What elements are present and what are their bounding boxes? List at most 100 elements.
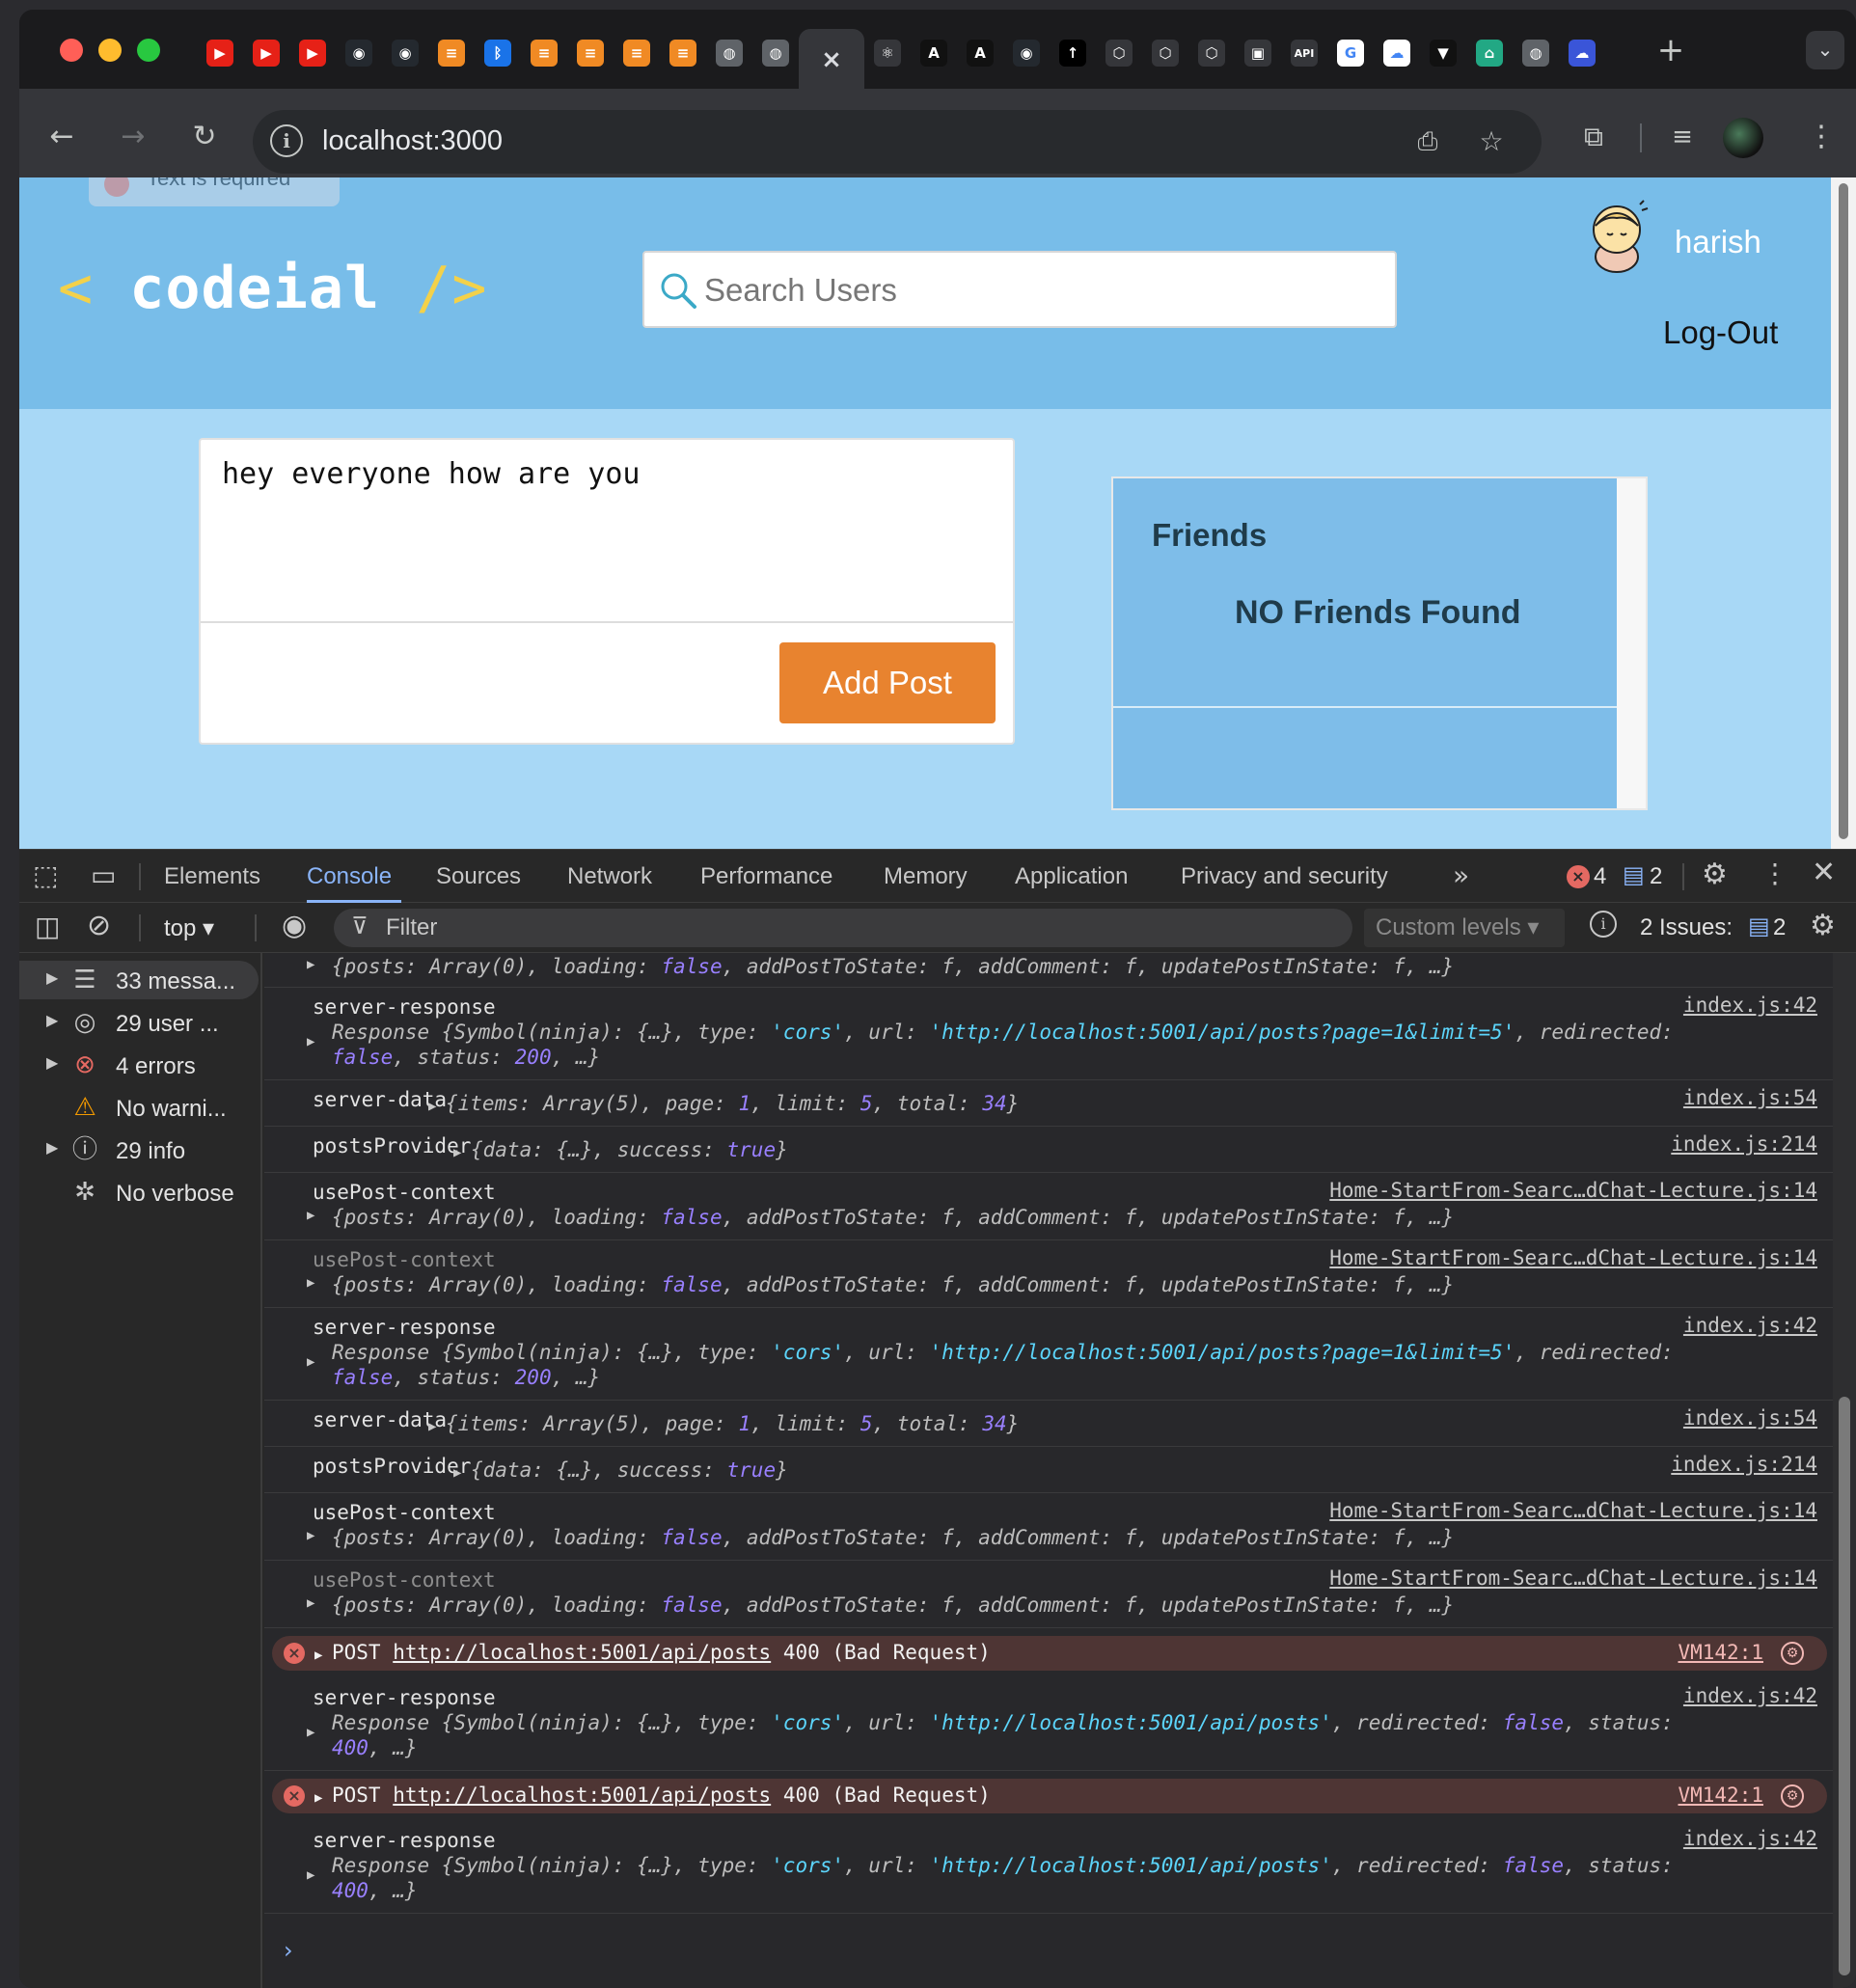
issue-count[interactable]: 2 xyxy=(1650,863,1662,890)
logout-button[interactable]: Log-Out xyxy=(1663,314,1778,351)
browser-tab-5[interactable]: ≡ xyxy=(428,30,475,76)
log-source-link[interactable]: index.js:42 xyxy=(1683,1684,1817,1707)
profile-avatar[interactable] xyxy=(1723,118,1763,158)
expand-arrow-icon[interactable]: ▶ xyxy=(46,1053,58,1073)
browser-tab-1[interactable]: ▶ xyxy=(243,30,289,76)
tab-application[interactable]: Application xyxy=(1015,863,1128,890)
browser-tab-9[interactable]: ≡ xyxy=(614,30,660,76)
post-textarea[interactable]: hey everyone how are you xyxy=(201,440,1013,623)
log-source-link[interactable]: Home-StartFrom-Searc…dChat-Lecture.js:14 xyxy=(1329,1179,1817,1202)
console-scroll-thumb[interactable] xyxy=(1839,1397,1850,1975)
browser-tab-active[interactable]: × xyxy=(799,29,864,91)
log-source-link[interactable]: index.js:42 xyxy=(1683,994,1817,1017)
close-window-button[interactable] xyxy=(60,39,83,62)
tab-elements[interactable]: Elements xyxy=(164,863,260,890)
log-object[interactable]: ▶ {items: Array(5), page: 1, limit: 5, to… xyxy=(428,1092,1019,1115)
issue-count-icon[interactable]: ▤ xyxy=(1623,861,1645,888)
log-object-line[interactable]: 400, …} xyxy=(332,1736,418,1759)
browser-tab-12[interactable]: ◍ xyxy=(752,30,799,76)
browser-tab-right-4[interactable]: ↑ xyxy=(1050,30,1096,76)
sidebar-filter-info[interactable]: ▶ ⓘ 29 info xyxy=(19,1130,259,1169)
devtools-settings-icon[interactable]: ⚙ xyxy=(1702,858,1728,891)
close-tab-icon[interactable]: × xyxy=(818,45,845,74)
log-object-line[interactable]: ▶ Response {Symbol(ninja): {…}, type: 'co… xyxy=(307,1711,1674,1740)
address-bar[interactable]: i localhost:3000 ⎙ ☆ xyxy=(253,110,1542,174)
browser-tab-7[interactable]: ≡ xyxy=(521,30,567,76)
info-icon[interactable]: i xyxy=(1590,911,1617,938)
ai-insights-icon[interactable]: ⚙ xyxy=(1781,1784,1804,1808)
tab-sources[interactable]: Sources xyxy=(436,863,521,890)
log-object-line[interactable]: 400, …} xyxy=(332,1879,418,1902)
sidebar-filter-warning[interactable]: ⚠ No warni... xyxy=(19,1088,259,1127)
error-url-link[interactable]: http://localhost:5001/api/posts xyxy=(393,1641,771,1664)
minimize-window-button[interactable] xyxy=(98,39,122,62)
log-object-line[interactable]: ▶ Response {Symbol(ninja): {…}, type: 'co… xyxy=(307,1021,1674,1049)
log-levels-dropdown[interactable]: Custom levels ▾ xyxy=(1364,909,1565,947)
log-object-line[interactable]: ▶ {posts: Array(0), loading: false, addPo… xyxy=(307,1526,1454,1549)
log-object-line[interactable]: ▶ {posts: Array(0), loading: false, addPo… xyxy=(307,1206,1454,1229)
back-button[interactable]: ← xyxy=(44,120,79,154)
tab-performance[interactable]: Performance xyxy=(700,863,832,890)
error-source-link[interactable]: VM142:1 xyxy=(1678,1641,1763,1664)
error-text[interactable]: ▶ POST http://localhost:5001/api/posts 40… xyxy=(314,1641,991,1664)
console-settings-icon[interactable]: ⚙ xyxy=(1810,909,1836,942)
browser-tab-right-0[interactable]: ⚛ xyxy=(864,30,911,76)
extensions-icon[interactable]: ⧉ xyxy=(1576,120,1611,154)
browser-tab-right-10[interactable]: G xyxy=(1327,30,1374,76)
tab-console[interactable]: Console xyxy=(307,863,392,890)
page-scroll-thumb[interactable] xyxy=(1839,183,1848,839)
log-object-line[interactable]: false, status: 200, …} xyxy=(332,1046,600,1069)
console-prompt[interactable]: › xyxy=(284,1937,293,1964)
log-source-link[interactable]: index.js:54 xyxy=(1683,1086,1817,1109)
reload-button[interactable]: ↻ xyxy=(187,120,222,154)
log-source-link[interactable]: Home-StartFrom-Searc…dChat-Lecture.js:14 xyxy=(1329,1246,1817,1269)
browser-tab-right-13[interactable]: ⌂ xyxy=(1466,30,1513,76)
username-label[interactable]: harish xyxy=(1675,224,1761,260)
new-tab-button[interactable]: + xyxy=(1655,34,1686,68)
browser-tab-2[interactable]: ▶ xyxy=(289,30,336,76)
log-object-line[interactable]: false, status: 200, …} xyxy=(332,1366,600,1389)
maximize-window-button[interactable] xyxy=(137,39,160,62)
log-object-line[interactable]: ▶ Response {Symbol(ninja): {…}, type: 'co… xyxy=(307,1854,1674,1883)
sidebar-filter-bug[interactable]: ✲ No verbose xyxy=(19,1173,259,1212)
log-object[interactable]: ▶ {data: {…}, success: true} xyxy=(453,1458,788,1482)
tab-memory[interactable]: Memory xyxy=(884,863,968,890)
browser-tab-right-6[interactable]: ⬡ xyxy=(1142,30,1188,76)
context-selector[interactable]: top ▾ xyxy=(164,914,214,942)
user-avatar[interactable] xyxy=(1582,197,1653,278)
inspect-element-icon[interactable]: ⬚ xyxy=(33,859,58,891)
error-url-link[interactable]: http://localhost:5001/api/posts xyxy=(393,1784,771,1807)
sidebar-filter-user[interactable]: ▶ ◎ 29 user ... xyxy=(19,1003,259,1042)
expand-arrow-icon[interactable]: ▶ xyxy=(46,968,58,988)
device-toolbar-icon[interactable]: ▭ xyxy=(91,859,116,891)
search-users-input[interactable] xyxy=(704,266,1379,314)
log-object[interactable]: ▶ {items: Array(5), page: 1, limit: 5, to… xyxy=(428,1412,1019,1435)
browser-tab-right-7[interactable]: ⬡ xyxy=(1188,30,1235,76)
browser-tab-0[interactable]: ▶ xyxy=(197,30,243,76)
tab-search-button[interactable]: ⌄ xyxy=(1806,31,1844,69)
browser-tab-right-8[interactable]: ▣ xyxy=(1235,30,1281,76)
log-source-link[interactable]: index.js:54 xyxy=(1683,1406,1817,1430)
error-source-link[interactable]: VM142:1 xyxy=(1678,1784,1763,1807)
browser-tab-4[interactable]: ◉ xyxy=(382,30,428,76)
devtools-menu-icon[interactable]: ⋮ xyxy=(1761,858,1788,889)
browser-tab-right-2[interactable]: A xyxy=(957,30,1003,76)
ai-insights-icon[interactable]: ⚙ xyxy=(1781,1642,1804,1665)
browser-tab-8[interactable]: ≡ xyxy=(567,30,614,76)
browser-tab-right-9[interactable]: API xyxy=(1281,30,1327,76)
browser-tab-11[interactable]: ◍ xyxy=(706,30,752,76)
close-devtools-icon[interactable]: ✕ xyxy=(1812,856,1836,889)
browser-tab-6[interactable]: ᛒ xyxy=(475,30,521,76)
browser-tab-10[interactable]: ≡ xyxy=(660,30,706,76)
log-object-line[interactable]: ▶ {posts: Array(0), loading: false, addPo… xyxy=(307,1593,1454,1617)
error-count-icon[interactable]: × xyxy=(1567,865,1590,888)
log-object-line[interactable]: ▶ Response {Symbol(ninja): {…}, type: 'co… xyxy=(307,1341,1674,1370)
browser-tab-right-14[interactable]: ◍ xyxy=(1513,30,1559,76)
console-scrollbar[interactable] xyxy=(1833,953,1856,1988)
clear-console-icon[interactable]: ⊘ xyxy=(87,909,111,942)
expand-arrow-icon[interactable]: ▶ xyxy=(46,1011,58,1030)
issues-badge[interactable]: 2 xyxy=(1773,914,1786,941)
page-scrollbar[interactable] xyxy=(1831,177,1856,849)
sidebar-filter-list[interactable]: ▶ ☰ 33 messa... xyxy=(19,961,259,999)
browser-tab-right-3[interactable]: ◉ xyxy=(1003,30,1050,76)
